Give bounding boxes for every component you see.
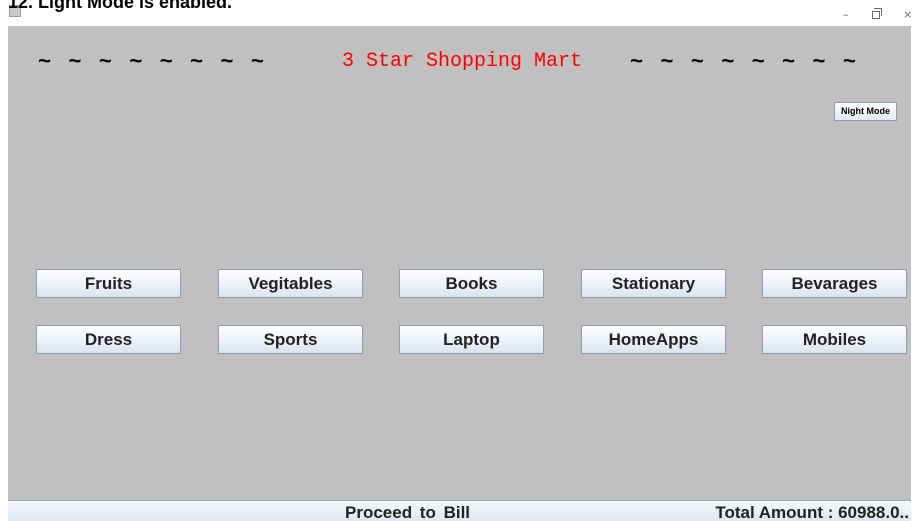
screen: – × 12. Light Mode is enabled. ~ ~ ~ ~ ~… [0,0,919,521]
laptop-button[interactable]: Laptop [399,325,544,354]
bevarages-button[interactable]: Bevarages [762,269,907,298]
tilde-decoration-right: ~ ~ ~ ~ ~ ~ ~ ~ [630,50,857,75]
stationary-button[interactable]: Stationary [581,269,726,298]
night-mode-button[interactable]: Night Mode [834,102,897,121]
minimize-icon[interactable]: – [843,9,849,21]
main-panel: ~ ~ ~ ~ ~ ~ ~ ~ 3 Star Shopping Mart ~ ~… [8,26,911,500]
mobiles-button[interactable]: Mobiles [762,325,907,354]
restore-icon[interactable] [872,8,882,19]
app-title: 3 Star Shopping Mart [342,50,583,73]
sports-button[interactable]: Sports [218,325,363,354]
tilde-decoration-left: ~ ~ ~ ~ ~ ~ ~ ~ [38,50,265,75]
homeapps-button[interactable]: HomeApps [581,325,726,354]
proceed-to-bill-button[interactable]: Proceed to Bill [345,503,470,521]
vegitables-button[interactable]: Vegitables [218,269,363,298]
dress-button[interactable]: Dress [36,325,181,354]
books-button[interactable]: Books [399,269,544,298]
header-row: ~ ~ ~ ~ ~ ~ ~ ~ 3 Star Shopping Mart ~ ~… [8,50,911,80]
close-icon[interactable]: × [903,9,912,21]
total-amount-label: Total Amount : 60988.0.. [715,503,909,521]
fruits-button[interactable]: Fruits [36,269,181,298]
bottom-bar: Proceed to Bill Total Amount : 60988.0.. [8,500,911,521]
screenshot-caption: 12. Light Mode is enabled. [8,0,233,12]
